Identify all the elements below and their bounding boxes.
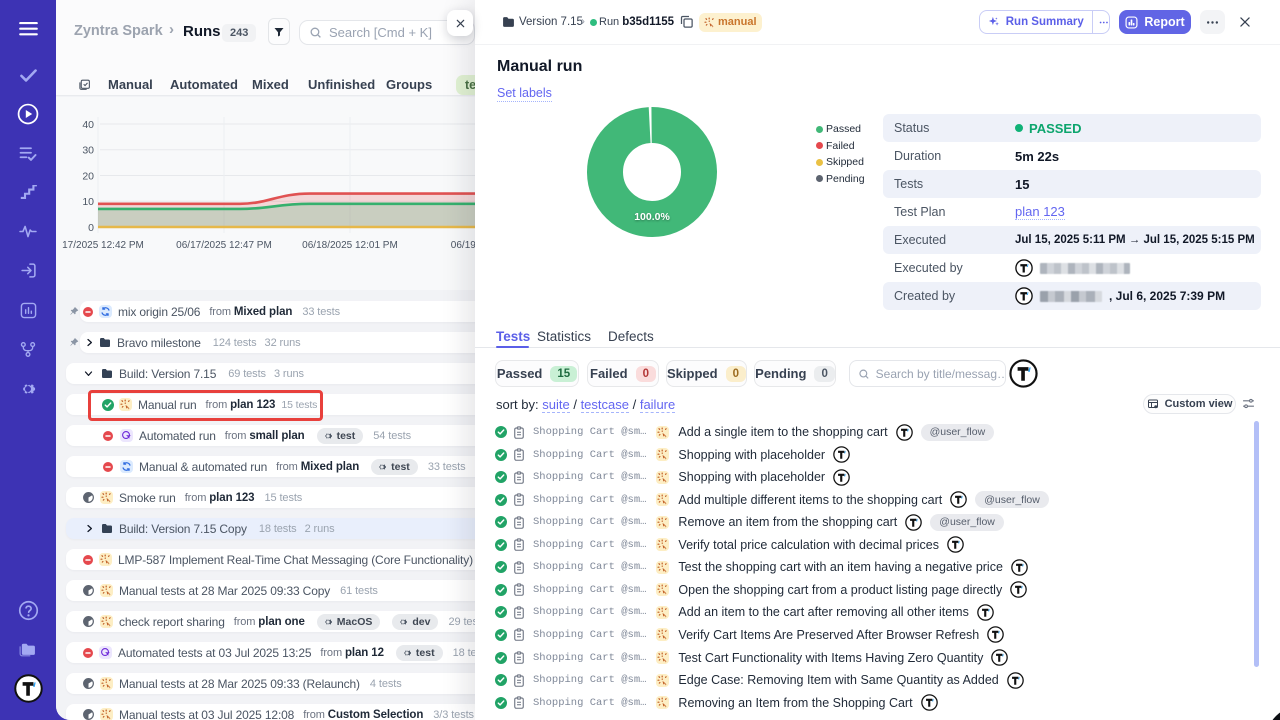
svg-text:100.0%: 100.0% <box>634 211 670 223</box>
svg-text:0: 0 <box>88 222 94 234</box>
svg-text:20: 20 <box>82 171 94 183</box>
svg-text:30: 30 <box>82 145 94 157</box>
svg-text:06/17/2025 12:47 PM: 06/17/2025 12:47 PM <box>176 240 272 251</box>
svg-text:10: 10 <box>82 196 94 208</box>
svg-text:06/18/2025 12:01 PM: 06/18/2025 12:01 PM <box>302 240 398 251</box>
svg-text:17/2025 12:42 PM: 17/2025 12:42 PM <box>62 240 144 251</box>
svg-text:40: 40 <box>82 119 94 131</box>
